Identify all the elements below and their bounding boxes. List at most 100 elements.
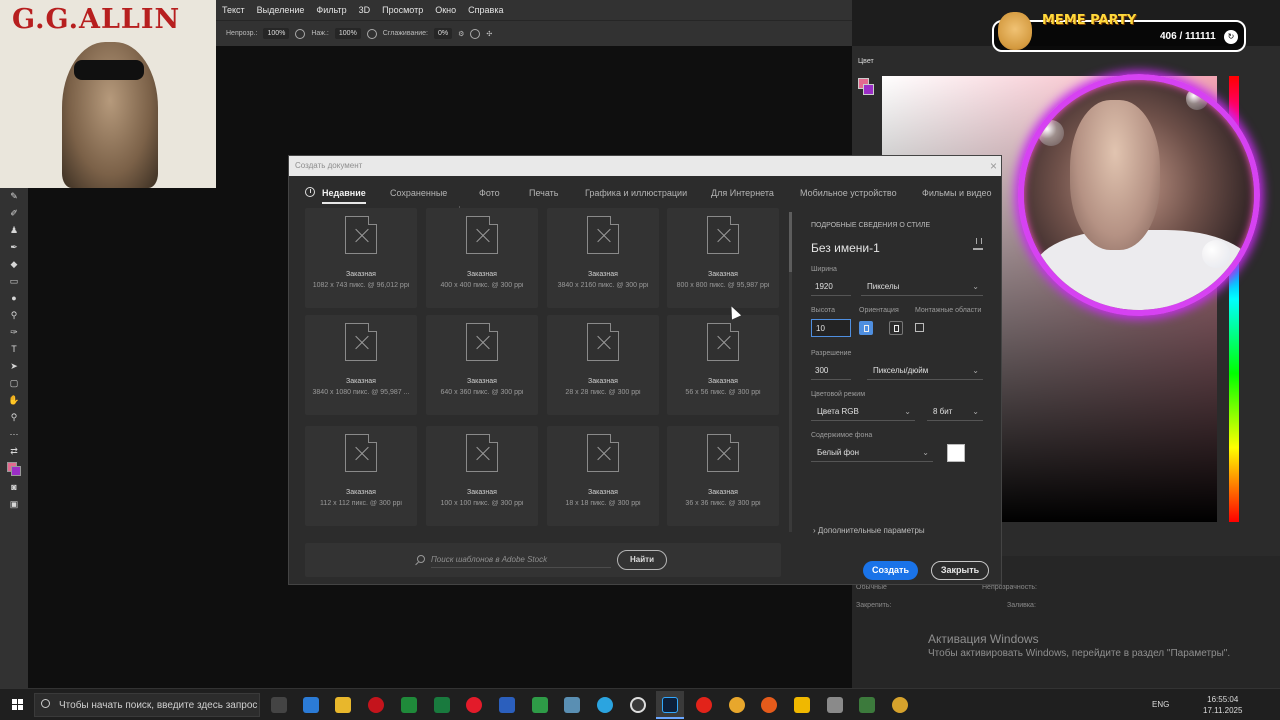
close-icon[interactable]: × xyxy=(990,159,997,173)
resolution-input[interactable]: 300 xyxy=(811,362,851,380)
dodge-tool-icon[interactable]: ⚲ xyxy=(8,309,20,321)
airbrush-icon[interactable] xyxy=(366,28,377,39)
opera-gx-icon[interactable] xyxy=(368,697,384,713)
taskbar-clock[interactable]: 16:55:04 17.11.2025 xyxy=(1203,694,1242,716)
swap-colors-icon[interactable]: ⇄ xyxy=(8,445,20,457)
preset-card[interactable]: Заказная 3840 x 1080 пикс. @ 95,987 ... xyxy=(305,315,417,415)
menu-filter[interactable]: Фильтр xyxy=(310,5,352,15)
path-select-icon[interactable]: ➤ xyxy=(8,360,20,372)
tab-saved[interactable]: Сохраненные xyxy=(390,188,447,198)
pressure-size-icon[interactable] xyxy=(470,28,481,39)
preset-card[interactable]: Заказная 100 x 100 пикс. @ 300 ppi xyxy=(426,426,538,526)
blend-mode-select[interactable]: Обычные xyxy=(856,584,887,591)
preset-card[interactable]: Заказная 640 x 360 пикс. @ 300 ppi xyxy=(426,315,538,415)
chrome-icon[interactable] xyxy=(892,697,908,713)
screen-mode-icon[interactable]: ▣ xyxy=(8,498,20,510)
save-preset-icon[interactable] xyxy=(973,238,983,250)
tab-web[interactable]: Для Интернета xyxy=(711,188,774,198)
quick-mask-icon[interactable]: ◙ xyxy=(8,481,20,493)
task-view-icon[interactable] xyxy=(271,697,287,713)
menu-text[interactable]: Текст xyxy=(216,5,251,15)
scrollbar-thumb[interactable] xyxy=(789,212,792,272)
tab-recent[interactable]: Недавние xyxy=(322,188,366,204)
symmetry-icon[interactable]: ✣ xyxy=(486,30,492,38)
tab-print[interactable]: Печать xyxy=(529,188,558,198)
preset-card[interactable]: Заказная 400 x 400 пикс. @ 300 ppi xyxy=(426,208,538,308)
obs-icon[interactable] xyxy=(630,697,646,713)
bg-color-swatch[interactable] xyxy=(947,444,965,462)
app-icon[interactable] xyxy=(401,697,417,713)
preset-card[interactable]: Заказная 36 x 36 пикс. @ 300 ppi xyxy=(667,426,779,526)
bg-content-select[interactable]: Белый фон ⌄ xyxy=(811,444,933,462)
menu-help[interactable]: Справка xyxy=(462,5,509,15)
brush-tool-icon[interactable]: ✐ xyxy=(8,207,20,219)
file-explorer-icon[interactable] xyxy=(335,697,351,713)
preset-card[interactable]: Заказная 28 x 28 пикс. @ 300 ppi xyxy=(547,315,659,415)
app-icon[interactable] xyxy=(303,697,319,713)
document-name[interactable]: Без имени-1 xyxy=(811,241,880,255)
smoothing-field[interactable]: 0% xyxy=(433,28,453,39)
preset-card[interactable]: Заказная 1082 x 743 пикс. @ 96,012 ppi xyxy=(305,208,417,308)
preset-card[interactable]: Заказная 800 x 800 пикс. @ 95,987 ppi xyxy=(667,208,779,308)
width-input[interactable]: 1920 xyxy=(811,278,851,296)
preset-card[interactable]: Заказная 18 x 18 пикс. @ 300 ppi xyxy=(547,426,659,526)
stock-search-input[interactable] xyxy=(431,552,611,568)
gradient-tool-icon[interactable]: ▭ xyxy=(8,275,20,287)
blur-tool-icon[interactable]: ● xyxy=(8,292,20,304)
word-icon[interactable] xyxy=(499,697,515,713)
background-color[interactable] xyxy=(11,466,21,476)
find-button[interactable]: Найти xyxy=(617,550,667,570)
pressure-opacity-icon[interactable] xyxy=(295,28,306,39)
type-tool-icon[interactable]: T xyxy=(8,343,20,355)
windows-start-icon[interactable] xyxy=(12,699,24,711)
width-unit-select[interactable]: Пикселы ⌄ xyxy=(861,278,983,296)
app-icon[interactable] xyxy=(827,697,843,713)
app-icon[interactable] xyxy=(859,697,875,713)
eraser-tool-icon[interactable]: ◆ xyxy=(8,258,20,270)
taskbar-search[interactable]: Чтобы начать поиск, введите здесь запрос xyxy=(34,693,260,717)
create-button[interactable]: Создать xyxy=(863,561,918,580)
eyedropper-tool-icon[interactable]: ✎ xyxy=(8,190,20,202)
history-brush-icon[interactable]: ✒ xyxy=(8,241,20,253)
photoshop-icon[interactable] xyxy=(662,697,678,713)
telegram-icon[interactable] xyxy=(597,697,613,713)
advanced-options-toggle[interactable]: › Дополнительные параметры xyxy=(813,526,925,535)
tab-photo[interactable]: Фото xyxy=(479,188,500,198)
tab-film-video[interactable]: Фильмы и видео xyxy=(922,188,992,198)
opacity-field[interactable]: 100% xyxy=(263,28,290,39)
color-swatches[interactable] xyxy=(7,462,21,476)
pen-tool-icon[interactable]: ✑ xyxy=(8,326,20,338)
stamp-tool-icon[interactable]: ♟ xyxy=(8,224,20,236)
close-button[interactable]: Закрыть xyxy=(931,561,989,580)
resolution-unit-select[interactable]: Пикселы/дюйм ⌄ xyxy=(867,362,983,380)
shape-tool-icon[interactable]: ▢ xyxy=(8,377,20,389)
opera-icon[interactable] xyxy=(466,697,482,713)
preset-card[interactable]: Заказная 56 x 56 пикс. @ 300 ppi xyxy=(667,315,779,415)
more-tools-icon[interactable]: ⋯ xyxy=(8,428,20,440)
pressure-field[interactable]: 100% xyxy=(334,28,361,39)
menu-select[interactable]: Выделение xyxy=(251,5,311,15)
color-mode-select[interactable]: Цвета RGB ⌄ xyxy=(811,403,915,421)
zoom-tool-icon[interactable]: ⚲ xyxy=(8,411,20,423)
preset-card[interactable]: Заказная 3840 x 2160 пикс. @ 300 ppi xyxy=(547,208,659,308)
portrait-orientation-icon[interactable] xyxy=(859,321,873,335)
tab-mobile[interactable]: Мобильное устройство xyxy=(800,188,897,198)
bit-depth-select[interactable]: 8 бит ⌄ xyxy=(927,403,983,421)
artboards-checkbox[interactable] xyxy=(915,323,924,332)
preset-card[interactable]: Заказная 112 x 112 пикс. @ 300 ppi xyxy=(305,426,417,526)
tab-art-illustration[interactable]: Графика и иллюстрации xyxy=(585,188,687,198)
hand-tool-icon[interactable]: ✋ xyxy=(8,394,20,406)
language-indicator[interactable]: ENG xyxy=(1152,700,1169,709)
app-icon[interactable] xyxy=(794,697,810,713)
firefox-icon[interactable] xyxy=(761,697,777,713)
height-input[interactable]: 10 xyxy=(811,319,851,337)
menu-window[interactable]: Окно xyxy=(429,5,462,15)
chrome-icon[interactable] xyxy=(729,697,745,713)
preset-scrollbar[interactable] xyxy=(789,212,792,532)
play-icon[interactable] xyxy=(532,697,548,713)
landscape-orientation-icon[interactable] xyxy=(889,321,903,335)
panel-color-swatches[interactable] xyxy=(858,78,874,96)
gear-icon[interactable]: ⚙ xyxy=(458,30,464,38)
yandex-icon[interactable] xyxy=(696,697,712,713)
menu-3d[interactable]: 3D xyxy=(353,5,377,15)
